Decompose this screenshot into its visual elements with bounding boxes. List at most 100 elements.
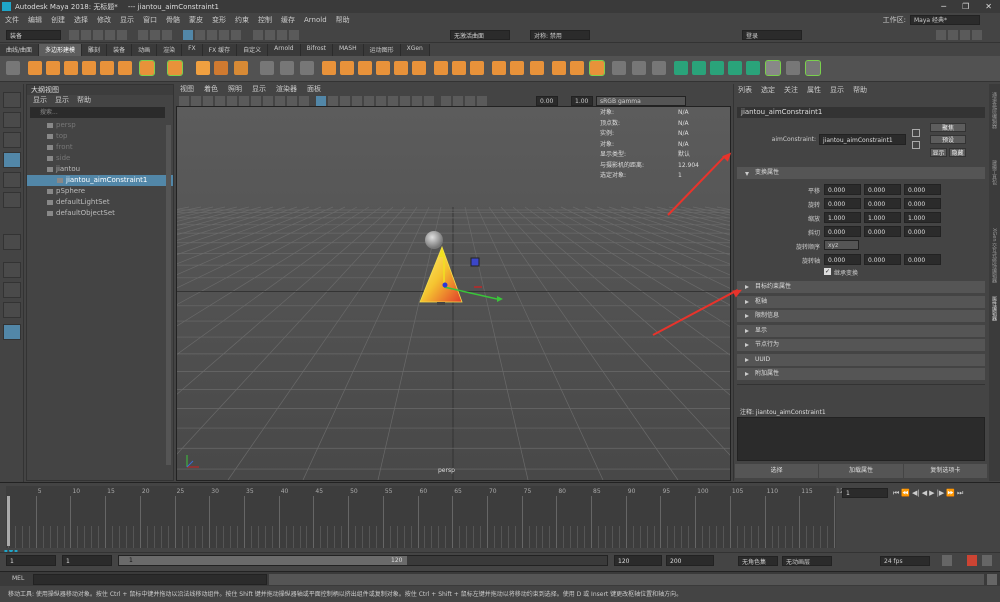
menu-constrain[interactable]: 约束 (235, 15, 249, 25)
shelf-tab[interactable]: 渲染 (157, 44, 183, 56)
render-current-icon[interactable] (252, 30, 263, 40)
symmetry-select[interactable]: 对称: 禁用 (530, 30, 590, 40)
poly-cone-icon[interactable] (82, 61, 96, 75)
shelf-tab[interactable]: 动画 (132, 44, 158, 56)
super-shape-icon[interactable] (196, 61, 210, 75)
uv-spherical-icon[interactable] (710, 61, 724, 75)
snap-curve-icon[interactable] (195, 30, 206, 40)
viewport-menu-panels[interactable]: 面板 (307, 84, 321, 95)
ae-section-header[interactable]: 目标约束属性 (737, 281, 985, 293)
gamma-field[interactable]: 1.00 (571, 96, 593, 106)
transform-value-field[interactable]: 0.000 (904, 184, 941, 195)
ae-section-header[interactable]: 限制信息 (737, 310, 985, 322)
insert-loop-icon[interactable] (632, 61, 646, 75)
auto-key-icon[interactable] (942, 555, 952, 566)
image-plane-icon[interactable] (215, 96, 225, 106)
outliner-menu-show[interactable]: 显示 (55, 95, 69, 106)
shelf-tab[interactable]: Arnold (268, 44, 301, 56)
transform-value-field[interactable]: 0.000 (864, 198, 901, 209)
paint-select-icon[interactable] (3, 132, 21, 148)
undo-icon[interactable] (105, 30, 115, 40)
reduce-icon[interactable] (394, 61, 408, 75)
outliner-view-icon[interactable] (3, 302, 21, 318)
current-frame-field[interactable]: 1 (842, 488, 888, 498)
anim-layer-select[interactable]: 无动画层 (782, 556, 832, 566)
outliner-item[interactable]: persp (27, 120, 173, 131)
menu-cache[interactable]: 缓存 (281, 15, 295, 25)
grid-icon[interactable] (227, 96, 237, 106)
ae-load-attributes-button[interactable]: 加载属性 (819, 464, 903, 478)
aa-icon[interactable] (412, 96, 423, 106)
ae-focus-button[interactable]: 聚焦 (930, 123, 966, 132)
poly-cube-icon[interactable] (46, 61, 60, 75)
transform-value-field[interactable]: 0.000 (824, 184, 861, 195)
transform-value-field[interactable]: 0.000 (904, 198, 941, 209)
ae-menu-selected[interactable]: 选定 (761, 84, 775, 96)
menu-set-select[interactable]: 装备 (6, 30, 61, 40)
select-component-icon[interactable] (162, 30, 173, 40)
shelf-tab[interactable]: 装备 (107, 44, 133, 56)
ae-section-header[interactable]: 节点行为 (737, 339, 985, 351)
checker-icon[interactable] (765, 60, 781, 76)
ae-menu-show[interactable]: 显示 (830, 84, 844, 96)
step-back-key-icon[interactable]: ⏪ (901, 489, 910, 497)
playback-start-field[interactable]: 1 (62, 555, 112, 566)
rotate-axis-x-field[interactable]: 0.000 (824, 254, 861, 265)
ae-copy-tab-button[interactable]: 复制选项卡 (903, 464, 987, 478)
ae-notes-textarea[interactable] (737, 417, 985, 461)
ipr-render-icon[interactable] (264, 30, 275, 40)
ae-hide-button[interactable]: 隐藏 (949, 148, 966, 157)
fps-select[interactable]: 24 fps (880, 556, 930, 566)
redo-icon[interactable] (117, 30, 127, 40)
ae-show-button[interactable]: 显示 (930, 148, 947, 157)
lights-icon[interactable] (364, 96, 375, 106)
append-icon[interactable] (492, 61, 506, 75)
workspace-select[interactable]: Maya 经典* (910, 14, 980, 25)
maximize-icon[interactable]: ❐ (962, 2, 969, 11)
playback-end-field[interactable]: 120 (614, 555, 662, 566)
quad-draw-icon[interactable] (589, 60, 605, 76)
shelf-settings-icon[interactable] (6, 61, 20, 75)
target-weld-icon[interactable] (552, 61, 566, 75)
safe-title-icon[interactable] (299, 96, 309, 106)
menu-help[interactable]: 帮助 (336, 15, 350, 25)
outliner-item[interactable]: defaultLightSet (27, 197, 173, 208)
shelf-tab[interactable]: MASH (332, 44, 364, 56)
platonic-solid-icon[interactable] (167, 60, 183, 76)
ae-node-tab[interactable]: jiantou_aimConstraint1 (737, 107, 985, 118)
scale-tool-icon[interactable] (3, 192, 21, 208)
four-view-icon[interactable] (3, 282, 21, 298)
layout-icon[interactable] (3, 324, 21, 340)
rotate-axis-y-field[interactable]: 0.000 (864, 254, 901, 265)
transform-value-field[interactable]: 0.000 (864, 226, 901, 237)
dof-icon[interactable] (424, 96, 435, 106)
shadows-icon[interactable] (376, 96, 387, 106)
ae-presets-button[interactable]: 预设 (930, 135, 966, 144)
separate-icon[interactable] (340, 61, 354, 75)
outliner-item[interactable]: defaultObjectSet (27, 208, 173, 219)
offset-loop-icon[interactable] (652, 61, 666, 75)
textured-icon[interactable] (352, 96, 363, 106)
isolate-icon[interactable] (441, 96, 452, 106)
login-button[interactable]: 登录 (742, 30, 802, 40)
step-forward-key-icon[interactable]: ⏩ (946, 489, 955, 497)
single-view-icon[interactable] (3, 262, 21, 278)
shelf-tab[interactable]: XGen (400, 44, 430, 56)
range-bar[interactable]: 1 120 (118, 555, 608, 566)
shelf-tab-active[interactable]: 多边形建模 (39, 44, 83, 56)
ae-menu-attributes[interactable]: 属性 (807, 84, 821, 96)
shelf-tab[interactable]: 曲线/曲面 (0, 44, 40, 56)
outliner-item[interactable]: side (27, 153, 173, 164)
uv-cylindrical-icon[interactable] (692, 61, 706, 75)
sculpt-icon[interactable] (280, 61, 294, 75)
select-object-icon[interactable] (150, 30, 161, 40)
extrude-icon[interactable] (434, 61, 448, 75)
svg-tool-icon[interactable] (234, 61, 248, 75)
viewport-menu-show[interactable]: 显示 (252, 84, 266, 95)
open-scene-icon[interactable] (81, 30, 91, 40)
cut-uv-icon[interactable] (786, 61, 800, 75)
range-handle[interactable] (119, 556, 407, 565)
blue-handle[interactable] (470, 257, 480, 267)
go-to-start-icon[interactable]: ⏮ (893, 489, 899, 498)
smooth-icon[interactable] (358, 61, 372, 75)
